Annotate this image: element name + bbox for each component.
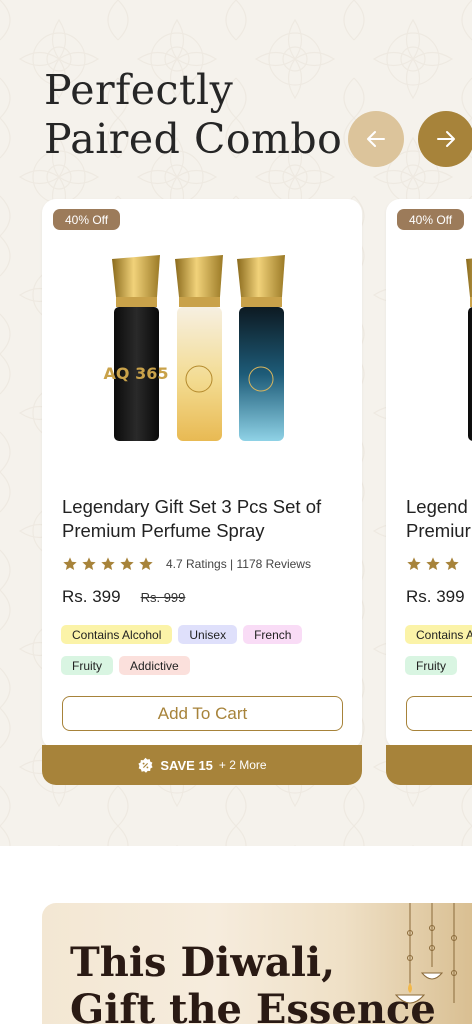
carousel-prev-button[interactable] [348,111,404,167]
save-label: SAVE 15 [160,757,213,773]
product-title-line1: Legend [406,496,468,517]
banner-title-line2: Gift the Essence [70,986,436,1024]
product-card-next[interactable]: 40% Off Legend Premiur Rs. 399 Contains … [386,199,472,749]
product-title[interactable]: Legend Premiur [406,495,472,543]
add-to-cart-button[interactable] [406,696,472,731]
diwali-banner[interactable]: This Diwali, Gift the Essence [42,903,472,1024]
tag-fruity: Fruity [61,656,113,675]
star-icon [426,557,440,570]
tag-addictive: Addictive [119,656,190,675]
star-icon [139,557,153,570]
combo-section: Perfectly Paired Combo 40% Off AQ 365 Le… [0,0,472,846]
save-offer-bar[interactable] [386,745,472,785]
tag-fruity: Fruity [405,656,457,675]
product-image[interactable] [456,251,472,451]
product-image[interactable]: AQ 365 [102,251,302,451]
tag-contains-alcohol: Contains A [405,625,472,644]
banner-title: This Diwali, Gift the Essence [70,939,436,1024]
product-rating: 4.7 Ratings | 1178 Reviews [62,556,311,572]
add-to-cart-button[interactable]: Add To Cart [62,696,343,731]
product-title[interactable]: Legendary Gift Set 3 Pcs Set of Premium … [62,495,352,543]
tag-contains-alcohol: Contains Alcohol [61,625,173,644]
banner-title-line1: This Diwali, [70,939,336,986]
section-title-line2: Paired Combo [44,115,343,163]
sale-price: Rs. 399 [406,587,465,606]
rating-stars [406,556,460,572]
sale-price: Rs. 399 [62,587,121,606]
rating-text: 4.7 Ratings | 1178 Reviews [166,557,311,571]
arrow-left-icon [367,131,385,147]
price-row: Rs. 399 [406,587,465,607]
product-title-line2: Premiur [406,520,471,541]
discount-icon [138,757,153,773]
section-title-line1: Perfectly [44,66,234,114]
product-tags: Contains Alcohol Unisex French Fruity Ad… [61,625,351,675]
product-tags: Contains A Fruity [405,625,472,675]
star-icon [407,557,421,570]
discount-badge: 40% Off [53,209,121,230]
star-icon [63,557,77,570]
tag-unisex: Unisex [178,625,238,644]
tag-french: French [243,625,303,644]
star-icon [445,557,459,570]
star-icon [82,557,96,570]
carousel-next-button[interactable] [418,111,472,167]
arrow-right-icon [437,131,455,147]
star-icon [101,557,115,570]
save-offer-bar[interactable]: SAVE 15 + 2 More [42,745,362,785]
star-icon [120,557,134,570]
price-row: Rs. 399 Rs. 999 [62,587,185,607]
product-card[interactable]: 40% Off AQ 365 Legendary Gift Set 3 Pcs … [42,199,362,749]
rating-stars [62,556,154,572]
bottle-label: AQ 365 [104,364,169,383]
product-rating [406,556,472,572]
hanging-lamps-decoration [394,903,457,1004]
discount-badge: 40% Off [397,209,465,230]
original-price: Rs. 999 [140,589,186,605]
save-more-link[interactable]: + 2 More [219,758,267,772]
section-title: Perfectly Paired Combo [44,66,342,164]
